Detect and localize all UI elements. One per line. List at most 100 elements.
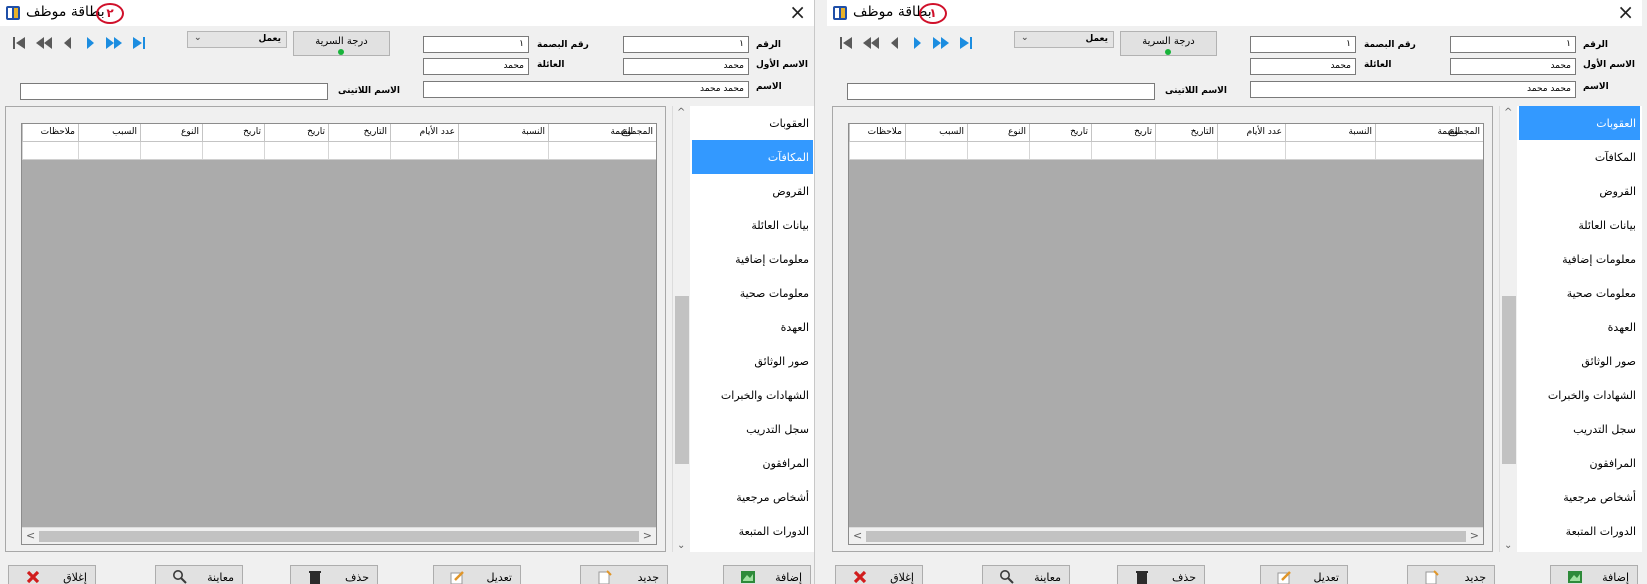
table-row[interactable] xyxy=(22,142,656,160)
horizontal-scrollbar[interactable]: < > xyxy=(849,527,1483,544)
col-notes[interactable]: ملاحظات xyxy=(849,124,905,142)
scroll-down-icon[interactable]: ⌄ xyxy=(677,540,685,551)
records-grid[interactable]: ملاحظات السبب النوع تاريخ تاريخ التاريخ … xyxy=(21,123,657,545)
scroll-right-icon[interactable]: > xyxy=(1470,529,1479,542)
family-field[interactable]: محمد xyxy=(423,58,529,75)
col-date-b[interactable]: تاريخ xyxy=(202,124,264,142)
tab-additional-info[interactable]: معلومات إضافية xyxy=(1519,242,1640,276)
tab-certificates[interactable]: الشهادات والخبرات xyxy=(692,378,813,412)
fast-forward-icon[interactable] xyxy=(104,33,124,53)
tab-certificates[interactable]: الشهادات والخبرات xyxy=(1519,378,1640,412)
add-button[interactable]: إضافة xyxy=(1550,565,1638,584)
delete-button[interactable]: حذف xyxy=(290,565,378,584)
last-record-icon[interactable] xyxy=(955,33,975,53)
col-notes[interactable]: ملاحظات xyxy=(22,124,78,142)
col-type[interactable]: النوع xyxy=(967,124,1029,142)
previous-icon[interactable] xyxy=(58,33,78,53)
family-field[interactable]: محمد xyxy=(1250,58,1356,75)
status-select[interactable]: ⌄ يعمل xyxy=(1014,31,1114,48)
edit-button[interactable]: تعديل xyxy=(1260,565,1348,584)
scroll-left-icon[interactable]: < xyxy=(853,529,862,542)
fast-back-icon[interactable] xyxy=(861,33,881,53)
close-window-button[interactable]: × xyxy=(1617,1,1634,23)
col-date-a[interactable]: تاريخ xyxy=(264,124,328,142)
tabs-scrollbar[interactable]: ^ ⌄ xyxy=(1499,106,1517,552)
secrecy-level-button[interactable]: درجة السرية xyxy=(293,31,390,56)
new-button[interactable]: جديد xyxy=(580,565,668,584)
col-total[interactable]: المجموع xyxy=(1449,124,1483,142)
close-button[interactable]: إغلاق xyxy=(835,565,923,584)
next-icon[interactable] xyxy=(907,33,927,53)
tab-loans[interactable]: القروض xyxy=(692,174,813,208)
new-button[interactable]: جديد xyxy=(1407,565,1495,584)
name-field[interactable]: محمد محمد xyxy=(1250,81,1576,98)
edit-button[interactable]: تعديل xyxy=(433,565,521,584)
tab-training-record[interactable]: سجل التدريب xyxy=(692,412,813,446)
fingerprint-field[interactable]: ١ xyxy=(1250,36,1356,53)
preview-button[interactable]: معاينة xyxy=(982,565,1070,584)
tab-health-info[interactable]: معلومات صحية xyxy=(692,276,813,310)
col-total[interactable]: المجموع xyxy=(622,124,656,142)
number-field[interactable]: ١ xyxy=(1450,36,1576,53)
name-field[interactable]: محمد محمد xyxy=(423,81,749,98)
scroll-thumb[interactable] xyxy=(675,296,689,464)
col-type[interactable]: النوع xyxy=(140,124,202,142)
add-button[interactable]: إضافة xyxy=(723,565,811,584)
preview-button[interactable]: معاينة xyxy=(155,565,243,584)
scroll-down-icon[interactable]: ⌄ xyxy=(1504,540,1512,551)
records-grid[interactable]: ملاحظات السبب النوع تاريخ تاريخ التاريخ … xyxy=(848,123,1484,545)
col-date-a[interactable]: تاريخ xyxy=(1091,124,1155,142)
tab-loans[interactable]: القروض xyxy=(1519,174,1640,208)
col-percent[interactable]: النسبة xyxy=(458,124,548,142)
fast-forward-icon[interactable] xyxy=(931,33,951,53)
col-reason[interactable]: السبب xyxy=(78,124,140,142)
tab-companions[interactable]: المرافقون xyxy=(1519,446,1640,480)
tab-references[interactable]: أشخاص مرجعية xyxy=(692,480,813,514)
close-window-button[interactable]: × xyxy=(789,1,806,23)
tab-courses[interactable]: الدورات المتبعة xyxy=(692,514,813,548)
horizontal-scrollbar[interactable]: < > xyxy=(22,527,656,544)
scroll-up-icon[interactable]: ^ xyxy=(1504,107,1512,118)
close-button[interactable]: إغلاق xyxy=(8,565,96,584)
tab-additional-info[interactable]: معلومات إضافية xyxy=(692,242,813,276)
tab-references[interactable]: أشخاص مرجعية xyxy=(1519,480,1640,514)
tab-family-data[interactable]: بيانات العائلة xyxy=(692,208,813,242)
next-icon[interactable] xyxy=(80,33,100,53)
tab-bonuses[interactable]: المكافآت xyxy=(692,140,813,174)
scroll-right-icon[interactable]: > xyxy=(643,529,652,542)
tab-courses[interactable]: الدورات المتبعة xyxy=(1519,514,1640,548)
col-percent[interactable]: النسبة xyxy=(1285,124,1375,142)
col-date-b[interactable]: تاريخ xyxy=(1029,124,1091,142)
tab-training-record[interactable]: سجل التدريب xyxy=(1519,412,1640,446)
first-record-icon[interactable] xyxy=(10,33,30,53)
secrecy-level-button[interactable]: درجة السرية xyxy=(1120,31,1217,56)
col-the-date[interactable]: التاريخ xyxy=(1155,124,1217,142)
number-field[interactable]: ١ xyxy=(623,36,749,53)
first-name-field[interactable]: محمد xyxy=(1450,58,1576,75)
tab-custody[interactable]: العهدة xyxy=(692,310,813,344)
table-row[interactable] xyxy=(849,142,1483,160)
col-the-date[interactable]: التاريخ xyxy=(328,124,390,142)
tab-penalties[interactable]: العقوبات xyxy=(1519,106,1640,140)
status-select[interactable]: ⌄ يعمل xyxy=(187,31,287,48)
last-record-icon[interactable] xyxy=(128,33,148,53)
tab-penalties[interactable]: العقوبات xyxy=(692,106,813,140)
scroll-thumb[interactable] xyxy=(866,531,1466,542)
first-record-icon[interactable] xyxy=(837,33,857,53)
scroll-up-icon[interactable]: ^ xyxy=(677,107,685,118)
latin-name-field[interactable] xyxy=(847,83,1155,100)
tab-document-images[interactable]: صور الوثائق xyxy=(1519,344,1640,378)
tab-health-info[interactable]: معلومات صحية xyxy=(1519,276,1640,310)
fast-back-icon[interactable] xyxy=(34,33,54,53)
scroll-thumb[interactable] xyxy=(1502,296,1516,464)
col-days[interactable]: عدد الأيام xyxy=(1217,124,1285,142)
col-days[interactable]: عدد الأيام xyxy=(390,124,458,142)
delete-button[interactable]: حذف xyxy=(1117,565,1205,584)
tab-companions[interactable]: المرافقون xyxy=(692,446,813,480)
scroll-left-icon[interactable]: < xyxy=(26,529,35,542)
tab-custody[interactable]: العهدة xyxy=(1519,310,1640,344)
scroll-thumb[interactable] xyxy=(39,531,639,542)
tab-bonuses[interactable]: المكافآت xyxy=(1519,140,1640,174)
col-reason[interactable]: السبب xyxy=(905,124,967,142)
previous-icon[interactable] xyxy=(885,33,905,53)
